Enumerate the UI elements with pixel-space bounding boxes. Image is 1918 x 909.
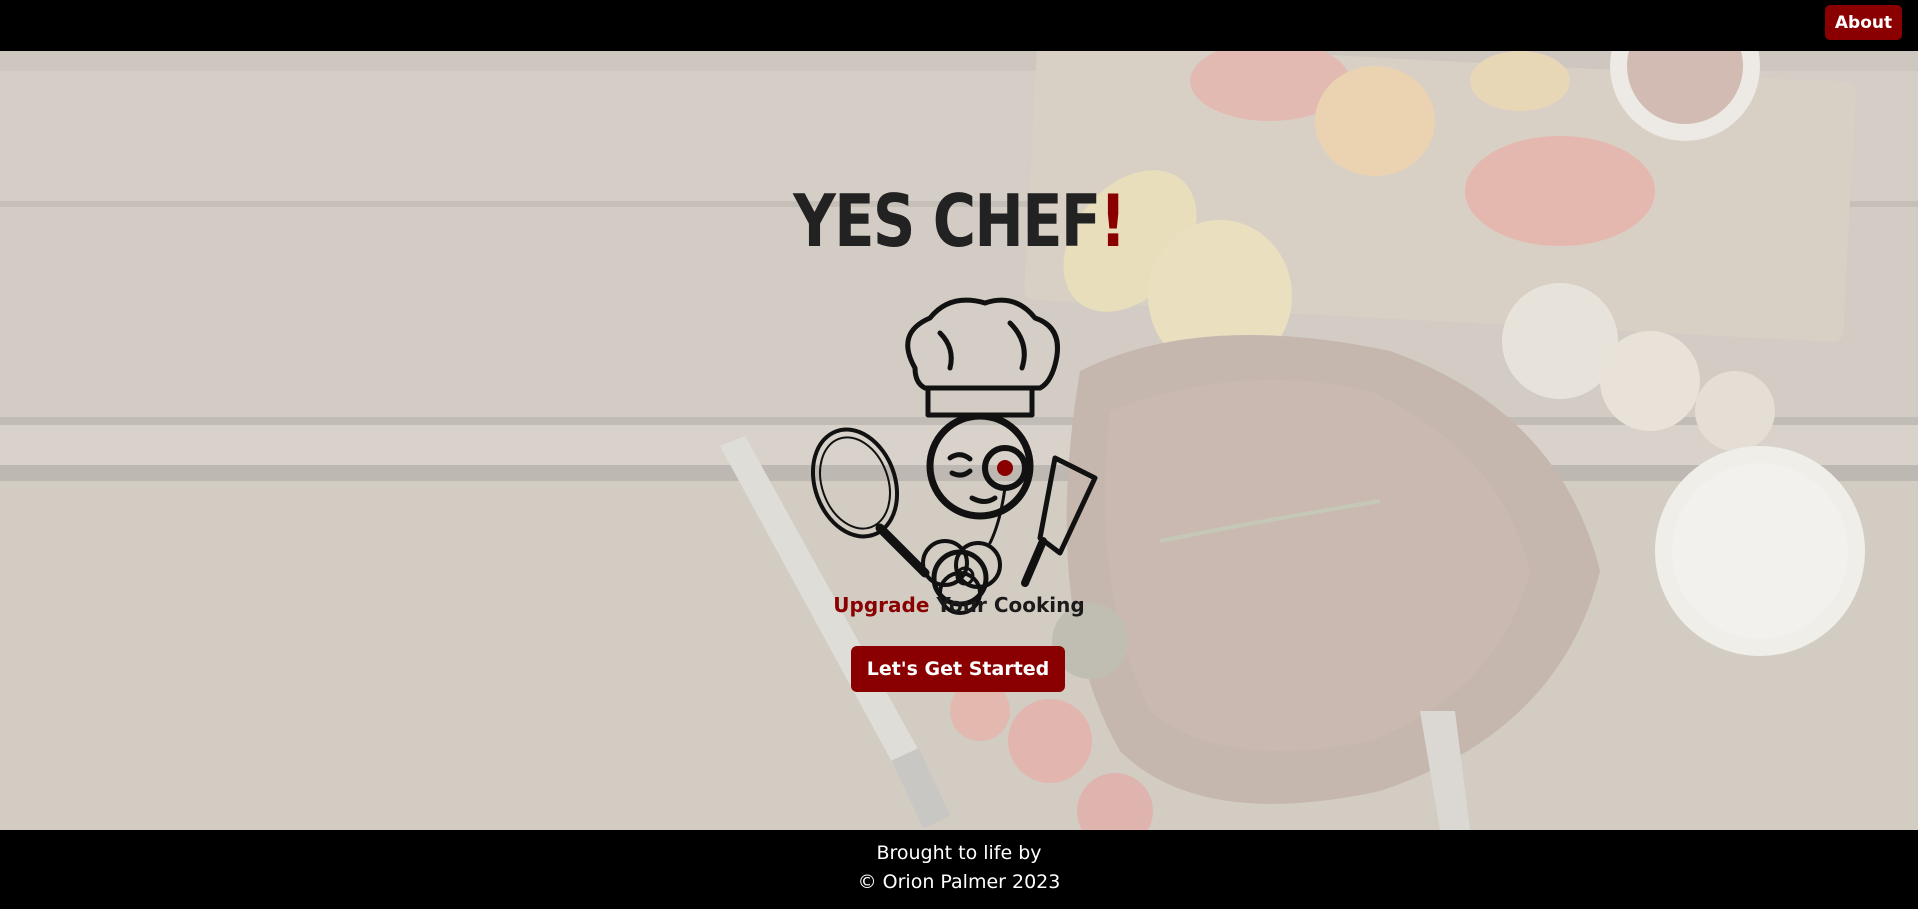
site-title-main: YES CHEF [793,179,1101,263]
chef-mascot-icon [810,297,1098,615]
tagline-rest: Your Cooking [929,593,1085,617]
hero-section: YES CHEF! Upgrade Your Cooking Let's Get… [0,51,1918,830]
site-title-exclamation: ! [1099,179,1127,263]
hero-content: YES CHEF! Upgrade Your Cooking Let's Get… [0,51,1918,830]
footer-copyright: © Orion Palmer 2023 [857,871,1061,893]
tagline: Upgrade Your Cooking [0,593,1918,617]
about-button[interactable]: About [1825,5,1902,40]
footer: Brought to life by © Orion Palmer 2023 [0,830,1918,909]
footer-credit-line: Brought to life by [876,842,1042,864]
top-nav-bar: About [0,0,1918,51]
tagline-accent: Upgrade [833,593,930,617]
site-title: YES CHEF! [173,176,1746,266]
get-started-button[interactable]: Let's Get Started [851,646,1065,692]
